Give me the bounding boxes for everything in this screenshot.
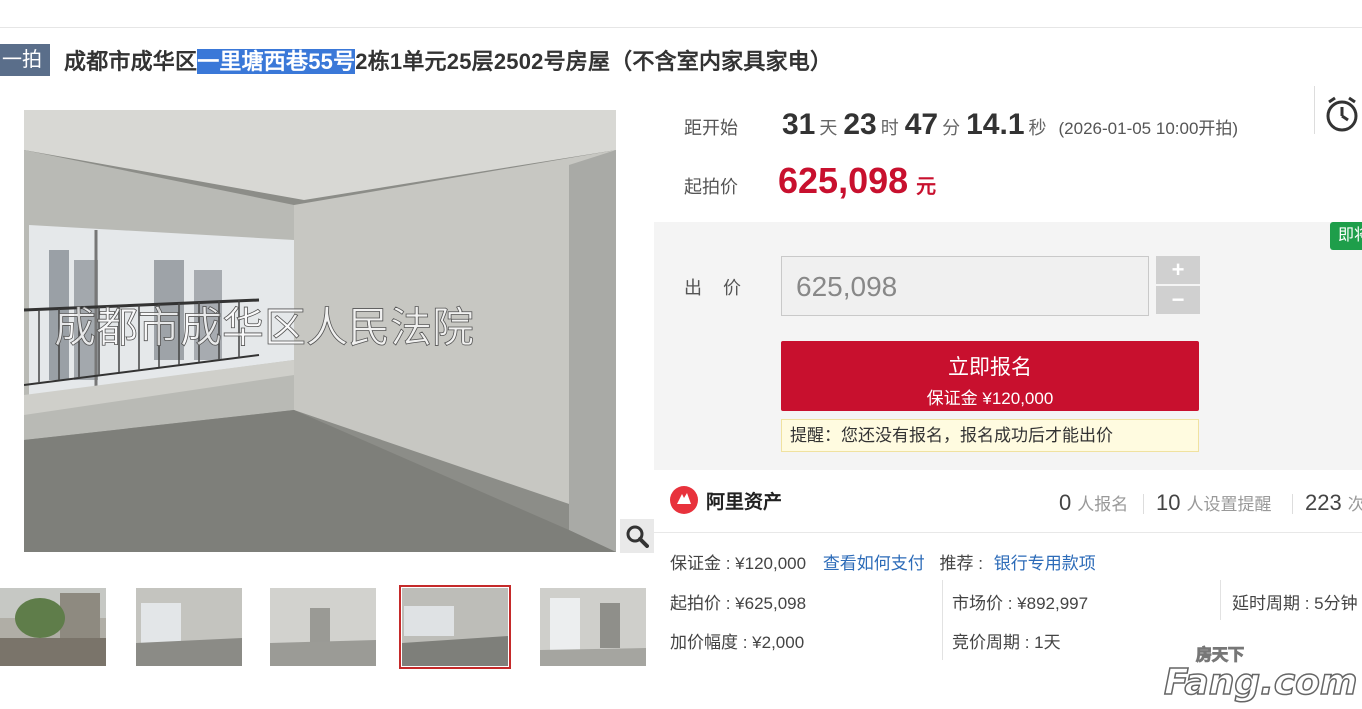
reminder-clock-button[interactable] (1324, 94, 1360, 139)
thumbnail-3[interactable] (270, 588, 376, 666)
start-price-row: 起拍价 625,098 元 (684, 160, 936, 202)
start-price-value: 625,098 (778, 160, 909, 201)
start-price-unit: 元 (916, 176, 937, 198)
minutes-unit: 分 (942, 118, 961, 138)
start-time-note: (2026-01-05 10:00开拍) (1058, 119, 1239, 138)
thumbnail-1-image (0, 588, 106, 666)
reminder-label: 人设置提醒 (1186, 495, 1272, 514)
round-badge: 一拍 (0, 44, 50, 76)
register-button-label: 立即报名 (948, 356, 1032, 379)
bank-payment-link[interactable]: 银行专用款项 (994, 554, 1096, 573)
signup-number: 0 (1059, 490, 1072, 515)
title-highlight: 一里塘西巷55号 (197, 49, 356, 74)
bid-label: 出 价 (684, 278, 750, 298)
photo-watermark: 成都市成华区人民法院 (54, 303, 474, 352)
increment-info: 加价幅度 : ¥2,000 (670, 633, 805, 652)
register-now-button[interactable]: 立即报名 保证金 ¥120,000 (781, 341, 1199, 411)
fang-logo: 房天下 Fang.com (1163, 645, 1358, 704)
fang-watermark: 房天下 Fang.com (1160, 640, 1360, 709)
hours-unit: 时 (880, 118, 899, 138)
bid-amount-input[interactable]: 625,098 (781, 256, 1149, 316)
signup-count: 0 人报名 (1059, 490, 1128, 516)
stat-divider (1292, 494, 1293, 514)
zoom-button[interactable] (620, 519, 654, 553)
view-count: 223 次 (1305, 490, 1362, 516)
status-tag: 即将 (1330, 222, 1362, 250)
alarm-clock-icon (1326, 96, 1358, 132)
countdown-seconds: 14.1 (966, 108, 1025, 141)
countdown-row: 距开始 31 天 23 时 47 分 14.1 秒 (2026-01-05 10:00开… (684, 108, 1238, 142)
ali-assets-name: 阿里资产 (706, 491, 783, 513)
page-title: 成都市成华区一里塘西巷55号2栋1单元25层2502号房屋（不含室内家具家电） (64, 44, 832, 76)
deposit-text: 保证金 : ¥120,000 (670, 554, 807, 573)
magnifier-icon (626, 525, 649, 548)
thumbnail-5-image (540, 588, 646, 666)
fang-line2: Fang.com (1164, 662, 1357, 703)
start-price-label: 起拍价 (684, 177, 738, 197)
thumbnail-4-image (402, 588, 508, 666)
main-photo[interactable]: 成都市成华区人民法院 (24, 110, 616, 552)
recommend-label: 推荐 : (939, 554, 983, 573)
signup-label: 人报名 (1077, 495, 1129, 514)
seconds-unit: 秒 (1028, 118, 1047, 138)
countdown-hours: 23 (843, 108, 877, 141)
registration-tip: 提醒：您还没有报名，报名成功后才能出价 (781, 419, 1199, 452)
view-label: 次 (1347, 495, 1362, 514)
clock-divider (1314, 86, 1315, 134)
title-suffix: 2栋1单元25层2502号房屋（不含室内家具家电） (355, 49, 833, 74)
countdown-days: 31 (782, 108, 816, 141)
thumbnail-5[interactable] (540, 588, 646, 666)
stat-divider (1143, 494, 1144, 514)
register-deposit-line: 保证金 ¥120,000 (926, 389, 1054, 408)
decrease-bid-button[interactable]: − (1156, 286, 1200, 314)
title-row: 一拍 成都市成华区一里塘西巷55号2栋1单元25层2502号房屋（不含室内家具家… (0, 44, 832, 76)
countdown-minutes: 47 (904, 108, 939, 141)
ali-assets-logo: 阿里资产 (670, 486, 782, 514)
delay-period-info: 延时周期 : 5分钟 (1232, 594, 1358, 613)
days-unit: 天 (819, 118, 838, 138)
bid-panel: 出 价 625,098 + − 立即报名 保证金 ¥120,000 提醒：您还没… (654, 222, 1362, 470)
countdown-label: 距开始 (684, 118, 738, 138)
stats-row: 阿里资产 0 人报名 10 人设置提醒 223 次 (654, 472, 1362, 533)
thumbnail-3-image (270, 588, 376, 666)
view-number: 223 (1305, 490, 1342, 515)
how-to-pay-link[interactable]: 查看如何支付 (823, 554, 925, 573)
start-price-info: 起拍价 : ¥625,098 (670, 594, 807, 613)
info-column-divider (1220, 580, 1221, 620)
increase-bid-button[interactable]: + (1156, 256, 1200, 284)
reminder-number: 10 (1156, 490, 1181, 515)
top-divider (0, 27, 1362, 28)
countdown-panel: 距开始 31 天 23 时 47 分 14.1 秒 (2026-01-05 10:00开… (654, 100, 1362, 222)
bid-period-info: 竞价周期 : 1天 (952, 633, 1061, 652)
thumbnail-2[interactable] (136, 588, 242, 666)
ali-assets-icon (670, 486, 698, 514)
room-photo-illustration: 成都市成华区人民法院 (24, 110, 616, 552)
thumbnail-1[interactable] (0, 588, 106, 666)
reminder-count: 10 人设置提醒 (1156, 490, 1271, 516)
info-column-divider (942, 580, 943, 660)
market-price-info: 市场价 : ¥892,997 (952, 594, 1089, 613)
title-prefix: 成都市成华区 (64, 49, 198, 74)
thumbnail-2-image (136, 588, 242, 666)
thumbnail-4-active[interactable] (399, 585, 511, 669)
deposit-info: 保证金 : ¥120,000 查看如何支付 推荐 : 银行专用款项 (670, 549, 1096, 574)
